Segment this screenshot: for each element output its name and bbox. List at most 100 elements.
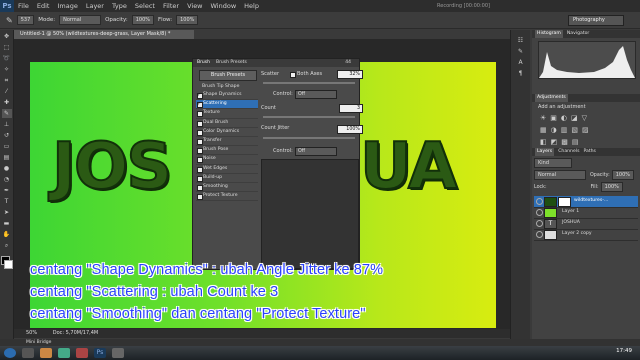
brush-setting-checkbox[interactable] [197,166,203,173]
dodge-tool-icon[interactable]: ◔ [2,175,12,184]
quick-select-tool-icon[interactable]: ✧ [2,65,12,74]
brush-setting-checkbox[interactable] [197,111,203,118]
mode-dropdown[interactable]: Normal [59,15,102,25]
tab-histogram[interactable]: Histogram [535,30,563,38]
taskbar-app-icon[interactable] [76,348,88,358]
brush-setting-item[interactable]: Smoothing [196,183,258,193]
brush-setting-checkbox[interactable] [197,100,203,108]
tab-brush-presets[interactable]: Brush Presets [216,59,247,67]
gradient-tool-icon[interactable]: ▤ [2,153,12,162]
taskbar-app-icon[interactable] [58,348,70,358]
crop-tool-icon[interactable]: ⌗ [2,76,12,85]
fill-field[interactable]: 100% [600,182,623,192]
mini-bridge-tab[interactable]: Mini Bridge [0,339,640,346]
menu-select[interactable]: Select [131,0,159,12]
brush-setting-item[interactable]: Texture [196,109,258,119]
tab-layers[interactable]: Layers [535,148,555,156]
character-panel-icon[interactable]: A [516,58,526,67]
zoom-level[interactable]: 50% [26,330,37,336]
menu-filter[interactable]: Filter [159,0,183,12]
brush-setting-item[interactable]: Scattering [196,100,258,110]
document-tab[interactable]: Untitled-1 @ 50% (wildtextures-deep-gras… [14,30,194,39]
both-axes-checkbox[interactable] [290,72,296,78]
brush-presets-button[interactable]: Brush Presets [199,70,257,81]
brush-setting-item[interactable]: Color Dynamics [196,128,258,137]
lasso-tool-icon[interactable]: ➰ [2,54,12,63]
opacity-field[interactable]: 100% [131,15,154,25]
eraser-tool-icon[interactable]: ▭ [2,142,12,151]
taskbar-app-icon[interactable] [112,348,124,358]
brush-setting-checkbox[interactable] [197,138,203,145]
tab-brush[interactable]: Brush [197,59,210,67]
count-jitter-value-field[interactable]: 100% [337,125,363,134]
menu-view[interactable]: View [183,0,206,12]
brush-panel-icon[interactable]: ✎ [516,47,526,56]
pen-tool-icon[interactable]: ✒ [2,186,12,195]
visibility-eye-icon[interactable] [536,220,543,227]
flow-field[interactable]: 100% [176,15,199,25]
zoom-tool-icon[interactable]: ⌕ [2,241,12,250]
brush-setting-item[interactable]: Build-up [196,174,258,183]
menu-image[interactable]: Image [53,0,81,12]
brush-size-picker[interactable]: 537 [16,15,35,25]
layer-opacity-field[interactable]: 100% [611,170,635,180]
layer-mask-thumbnail[interactable] [558,197,571,207]
menu-type[interactable]: Type [108,0,131,12]
photoshop-taskbar-icon[interactable]: Ps [94,348,106,358]
brush-setting-item[interactable]: Noise [196,155,258,165]
brush-setting-item[interactable]: Brush Pose [196,146,258,156]
brush-setting-checkbox[interactable] [197,148,203,155]
menu-window[interactable]: Window [207,0,241,12]
brush-setting-checkbox[interactable] [197,129,203,136]
brush-setting-checkbox[interactable] [197,175,203,182]
layer-row-joshua[interactable]: T JOSHUA [534,218,638,230]
history-panel-icon[interactable]: ☷ [516,36,526,45]
count-jitter-slider[interactable] [263,137,355,139]
brush-setting-item[interactable]: Dual Brush [196,119,258,128]
brush-setting-checkbox[interactable] [197,194,203,201]
hand-tool-icon[interactable]: ✋ [2,230,12,239]
workspace-dropdown[interactable]: Photography [568,15,624,26]
visibility-eye-icon[interactable] [536,231,543,238]
layer-row-mask[interactable]: wildtextures-... [534,196,638,208]
adjustment-icons-row-2[interactable]: ▦◑▥▧▨ [540,126,593,134]
clone-stamp-tool-icon[interactable]: ⊥ [2,120,12,129]
menu-edit[interactable]: Edit [33,0,54,12]
count-control-dropdown[interactable]: Off [295,147,337,156]
path-select-tool-icon[interactable]: ➤ [2,208,12,217]
tab-channels[interactable]: Channels [558,148,579,156]
layer-row-layer1[interactable]: Layer 1 [534,207,638,219]
tab-paths[interactable]: Paths [583,148,596,156]
brush-setting-item[interactable]: Shape Dynamics [196,91,258,101]
adjustment-icons-row-3[interactable]: ◧◩▩▤ [540,138,582,146]
visibility-eye-icon[interactable] [536,209,543,216]
brush-setting-checkbox[interactable] [197,157,203,164]
shape-tool-icon[interactable]: ▬ [2,219,12,228]
history-brush-tool-icon[interactable]: ↺ [2,131,12,140]
menu-file[interactable]: File [14,0,33,12]
brush-tool-icon[interactable]: ✎ [6,16,13,25]
healing-tool-icon[interactable]: ✚ [2,98,12,107]
kind-filter-dropdown[interactable]: Kind [534,158,572,168]
taskbar-app-icon[interactable] [40,348,52,358]
count-value-field[interactable]: 3 [339,104,363,113]
brush-setting-checkbox[interactable] [197,120,203,127]
taskbar-app-icon[interactable] [22,348,34,358]
blend-mode-dropdown[interactable]: Normal [534,170,586,180]
paragraph-panel-icon[interactable]: ¶ [516,69,526,78]
color-swatches[interactable] [0,256,13,270]
blur-tool-icon[interactable]: ● [2,164,12,173]
tab-adjustments[interactable]: Adjustments [535,94,568,102]
start-button-icon[interactable] [4,348,16,358]
visibility-eye-icon[interactable] [536,198,543,205]
menu-layer[interactable]: Layer [82,0,108,12]
brush-setting-item[interactable]: Protect Texture [196,192,258,202]
count-slider[interactable] [263,116,355,118]
menu-help[interactable]: Help [240,0,263,12]
brush-setting-checkbox[interactable] [197,91,203,99]
eyedropper-tool-icon[interactable]: ⁄ [2,87,12,96]
brush-setting-item[interactable]: Wet Edges [196,165,258,174]
layer-row-layer2copy[interactable]: Layer 2 copy [534,229,638,241]
type-tool-icon[interactable]: T [2,197,12,206]
adjustment-icons-row-1[interactable]: ☀▣◐◪▽ [540,114,591,122]
